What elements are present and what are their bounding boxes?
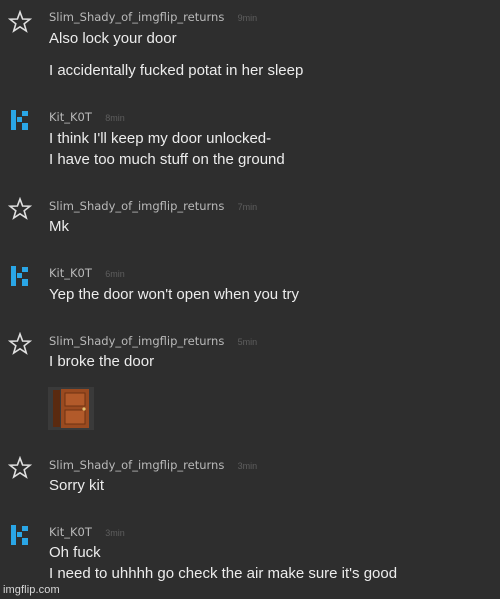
message-text: I need to uhhhh go check the air make su… xyxy=(49,565,398,582)
kit-avatar-icon[interactable] xyxy=(8,264,32,288)
author-name[interactable]: Slim_Shady_of_imgflip_returns xyxy=(49,458,224,472)
door-icon xyxy=(53,389,89,428)
author-name[interactable]: Kit_K0T xyxy=(49,525,92,539)
author-name[interactable]: Kit_K0T xyxy=(49,110,92,124)
message-text: I have too much stuff on the ground xyxy=(49,151,285,168)
timestamp: 3min xyxy=(237,461,258,471)
star-avatar-icon[interactable] xyxy=(8,197,32,221)
message-text: Also lock your door xyxy=(49,30,177,47)
timestamp: 7min xyxy=(237,202,258,212)
timestamp: 6min xyxy=(105,269,125,279)
timestamp: 9min xyxy=(237,13,258,23)
message-text: Oh fuck xyxy=(49,544,101,561)
message-text: I think I'll keep my door unlocked- xyxy=(49,130,272,147)
message-text: I accidentally fucked potat in her sleep xyxy=(49,62,304,79)
author-name[interactable]: Slim_Shady_of_imgflip_returns xyxy=(49,334,224,348)
timestamp: 5min xyxy=(237,337,258,347)
star-avatar-icon[interactable] xyxy=(8,10,32,34)
message-text: I broke the door xyxy=(49,353,155,370)
timestamp: 3min xyxy=(105,528,125,538)
imgflip-watermark: imgflip.com xyxy=(3,584,60,596)
door-image-attachment[interactable] xyxy=(48,387,94,430)
kit-avatar-icon[interactable] xyxy=(8,523,32,547)
star-avatar-icon[interactable] xyxy=(8,456,32,480)
author-name[interactable]: Kit_K0T xyxy=(49,266,92,280)
author-name[interactable]: Slim_Shady_of_imgflip_returns xyxy=(49,199,224,213)
message-text: Sorry kit xyxy=(49,477,105,494)
author-name[interactable]: Slim_Shady_of_imgflip_returns xyxy=(49,10,224,24)
message-text: Mk xyxy=(49,218,69,235)
star-avatar-icon[interactable] xyxy=(8,332,32,356)
message-text: Yep the door won't open when you try xyxy=(49,286,299,303)
kit-avatar-icon[interactable] xyxy=(8,108,32,132)
timestamp: 8min xyxy=(105,113,125,123)
chat-feed: Slim_Shady_of_imgflip_returns 9min Also … xyxy=(0,0,500,599)
